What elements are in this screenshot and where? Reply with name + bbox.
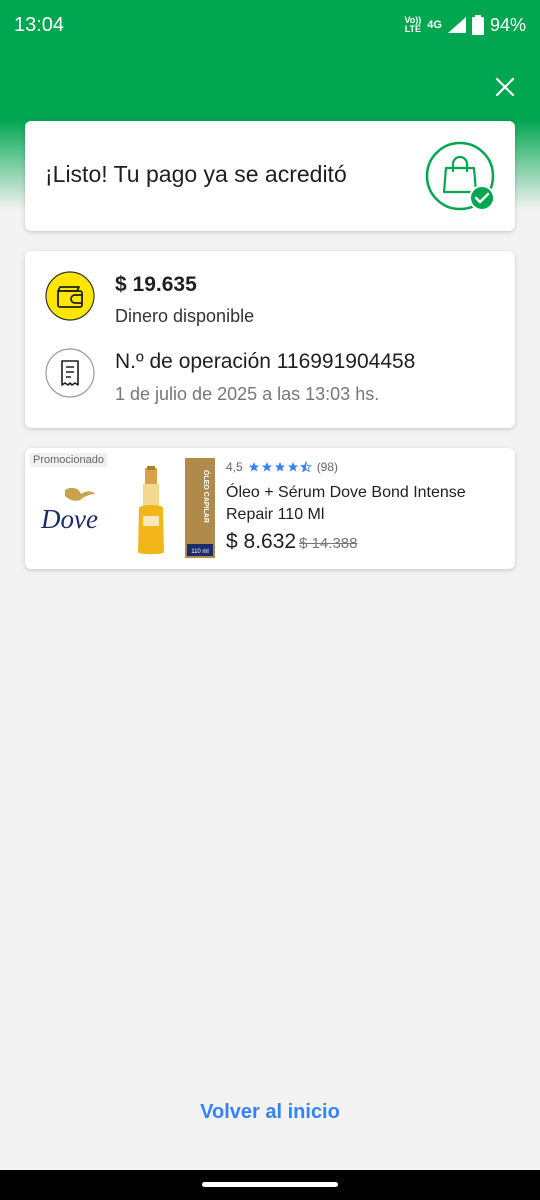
- product-price-row: $ 8.632 $ 14.388: [226, 530, 357, 554]
- close-button[interactable]: [488, 70, 522, 104]
- status-indicators: Vo)) LTE 4G 94%: [404, 15, 526, 36]
- star-icon: [248, 462, 259, 472]
- shopping-bag-check-icon: [425, 141, 495, 211]
- promoted-badge: Promocionado: [30, 453, 107, 467]
- receipt-icon: [45, 348, 95, 398]
- battery-level: 94%: [489, 14, 526, 35]
- dove-logo: Dove: [40, 487, 98, 534]
- navigation-bar: [0, 1170, 540, 1200]
- svg-text:Dove: Dove: [40, 504, 98, 534]
- operation-number: N.º de operación 116991904458: [115, 350, 416, 373]
- star-half-icon: [299, 461, 312, 473]
- back-to-home-link[interactable]: Volver al inicio: [0, 1101, 540, 1124]
- success-title: ¡Listo! Tu pago ya se acreditó: [45, 161, 347, 187]
- product-title: Óleo + Sérum Dove Bond Intense Repair 11…: [226, 484, 466, 523]
- star-icon: [287, 462, 298, 472]
- product-price: $ 8.632: [226, 530, 297, 553]
- status-bar: 13:04 Vo)) LTE 4G 94%: [0, 0, 540, 50]
- operation-date: 1 de julio de 2025 a las 13:03 hs.: [115, 384, 380, 404]
- star-icon: [261, 462, 272, 472]
- home-gesture-handle[interactable]: [202, 1182, 338, 1187]
- product-bottle-image: [138, 466, 164, 555]
- review-count: (98): [316, 460, 339, 474]
- star-icon: [274, 462, 285, 472]
- success-card: ¡Listo! Tu pago ya se acreditó: [25, 121, 515, 231]
- available-amount-label: Dinero disponible: [115, 306, 255, 326]
- close-icon: [495, 77, 515, 97]
- rating-value: 4,5: [226, 460, 243, 474]
- payment-details-card: $ 19.635 Dinero disponible N.º de operac…: [25, 251, 515, 428]
- volte-indicator: Vo)) LTE: [404, 15, 422, 34]
- rating-stars: [248, 461, 312, 473]
- svg-text:110 ml: 110 ml: [191, 549, 209, 555]
- battery-icon: [471, 15, 484, 35]
- svg-text:ÓLEO CAPILAR: ÓLEO CAPILAR: [202, 470, 211, 523]
- status-time: 13:04: [14, 13, 65, 36]
- signal-icon: [447, 17, 466, 33]
- promoted-product-card[interactable]: Promocionado Dove ÓLEO CAPILAR 110 ml 4,…: [25, 448, 515, 569]
- product-rating: 4,5 (98): [226, 460, 338, 474]
- product-old-price: $ 14.388: [299, 535, 358, 552]
- network-type: 4G: [427, 18, 442, 31]
- available-amount: $ 19.635: [115, 273, 197, 296]
- product-box-image: ÓLEO CAPILAR 110 ml: [185, 458, 215, 558]
- wallet-icon: [45, 271, 95, 321]
